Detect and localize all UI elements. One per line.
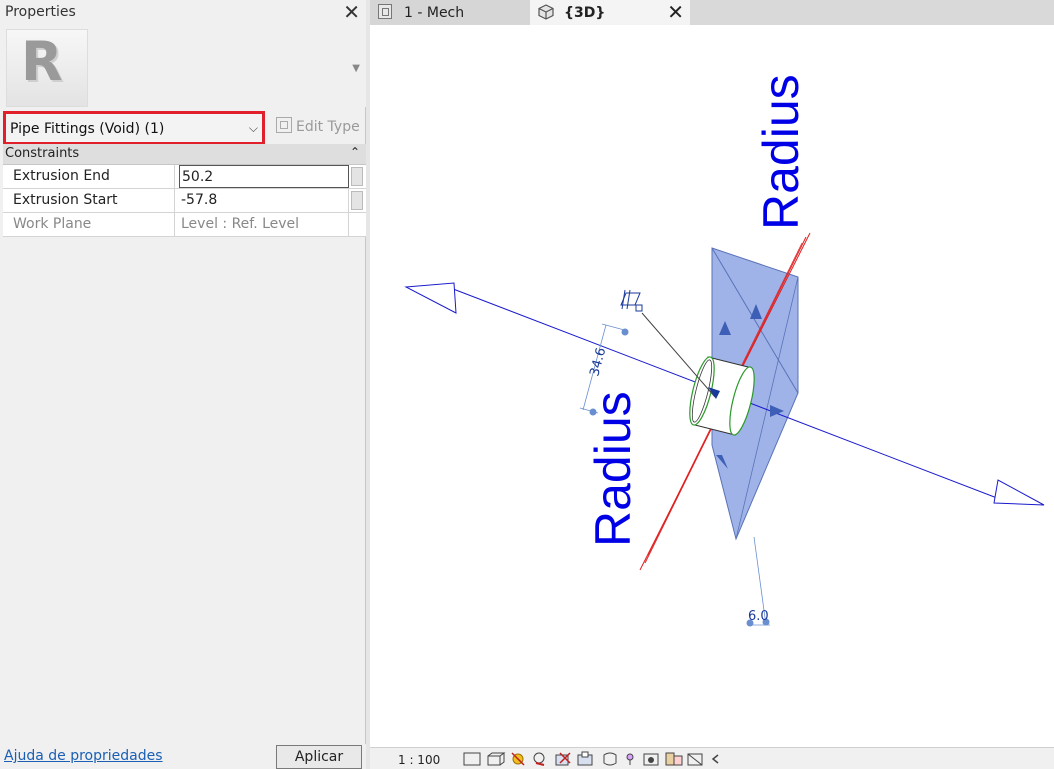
collapse-arrow-icon[interactable] <box>711 754 719 764</box>
associate-parameter-button[interactable] <box>351 167 363 186</box>
edit-type-icon <box>276 117 292 133</box>
chevron-down-icon[interactable]: ▼ <box>352 63 360 74</box>
dimension-grip[interactable] <box>621 328 629 336</box>
dimension-bottom-value[interactable]: 6.0 <box>748 609 769 624</box>
properties-panel: Properties ✕ R ▼ Pipe Fittings (Void) (1… <box>0 0 366 769</box>
collapse-icon[interactable]: ⌃ <box>350 145 360 159</box>
tab-label: {3D} <box>564 5 606 21</box>
radius-label-left[interactable]: Radius <box>585 391 641 547</box>
3d-viewport[interactable]: 34.6 6.0 Radius Radius <box>370 25 1054 747</box>
temporary-hide-icon[interactable] <box>626 753 634 765</box>
axis-arrow-left-icon[interactable] <box>404 282 457 314</box>
view-tab-bar: 1 - Mech {3D} ✕ <box>370 0 1054 25</box>
view-control-bar: 1 : 100 <box>370 747 1054 769</box>
visual-style-icon[interactable] <box>487 752 506 766</box>
axis-arrow-right-icon[interactable] <box>993 479 1045 506</box>
tab-label: 1 - Mech <box>404 5 465 21</box>
properties-title: Properties <box>5 4 76 20</box>
type-selector-dropdown[interactable]: Pipe Fittings (Void) (1) ⌵ <box>3 111 265 145</box>
radius-label-top[interactable]: Radius <box>753 74 809 230</box>
chevron-down-icon: ⌵ <box>248 121 258 135</box>
reveal-elements-icon[interactable] <box>643 753 659 766</box>
unlock-3d-icon[interactable] <box>603 752 617 766</box>
type-preview-area: R ▼ <box>0 25 366 107</box>
detail-level-icon[interactable] <box>463 752 481 766</box>
properties-help-link[interactable]: Ajuda de propriedades <box>4 748 163 764</box>
dimension-left-value[interactable]: 34.6 <box>587 346 609 378</box>
show-crop-icon[interactable] <box>577 751 593 766</box>
extrusion-start-input[interactable]: -57.8 <box>179 189 349 212</box>
shadows-icon[interactable] <box>533 752 545 766</box>
type-selector-row: Pipe Fittings (Void) (1) ⌵ Edit Type <box>0 108 366 145</box>
revit-logo-icon: R <box>21 30 63 93</box>
properties-footer: Ajuda de propriedades Aplicar <box>0 744 366 769</box>
properties-header: Properties ✕ <box>0 0 366 25</box>
floor-plan-icon <box>378 4 392 19</box>
work-plane-label-icon[interactable] <box>620 289 643 312</box>
analytical-model-icon[interactable] <box>687 753 703 766</box>
property-row-extrusion-start: Extrusion Start -57.8 <box>3 189 366 213</box>
tab-3d[interactable]: {3D} ✕ <box>530 0 690 25</box>
property-name: Extrusion End <box>3 165 175 188</box>
edit-type-button[interactable]: Edit Type <box>276 117 360 135</box>
3d-view-icon <box>538 4 554 20</box>
tab-1-mech[interactable]: 1 - Mech <box>370 0 530 25</box>
view-scale[interactable]: 1 : 100 <box>398 753 440 767</box>
property-name: Work Plane <box>3 213 175 236</box>
close-icon[interactable]: ✕ <box>667 0 684 24</box>
group-header-constraints[interactable]: Constraints ⌃ <box>3 144 366 165</box>
property-name: Extrusion Start <box>3 189 175 212</box>
apply-button[interactable]: Aplicar <box>276 745 362 769</box>
property-row-work-plane: Work Plane Level : Ref. Level <box>3 213 366 237</box>
work-plane-value: Level : Ref. Level <box>179 213 349 236</box>
extrusion-end-input[interactable]: 50.2 <box>179 165 349 188</box>
crop-view-icon[interactable] <box>555 752 571 766</box>
view-control-icons <box>463 751 719 766</box>
edit-type-label: Edit Type <box>296 119 360 135</box>
group-label: Constraints <box>5 146 80 161</box>
property-row-extrusion-end: Extrusion End 50.2 <box>3 165 366 189</box>
close-icon[interactable]: ✕ <box>343 0 360 24</box>
worksharing-icon[interactable] <box>665 752 683 766</box>
viewport-canvas[interactable]: 34.6 6.0 Radius Radius <box>370 25 1054 747</box>
family-thumbnail: R <box>6 29 88 107</box>
sun-path-icon[interactable] <box>511 752 525 766</box>
type-selector-value: Pipe Fittings (Void) (1) <box>10 121 165 137</box>
properties-grid: Constraints ⌃ Extrusion End 50.2 Extrusi… <box>3 144 366 237</box>
associate-parameter-button[interactable] <box>351 191 363 210</box>
